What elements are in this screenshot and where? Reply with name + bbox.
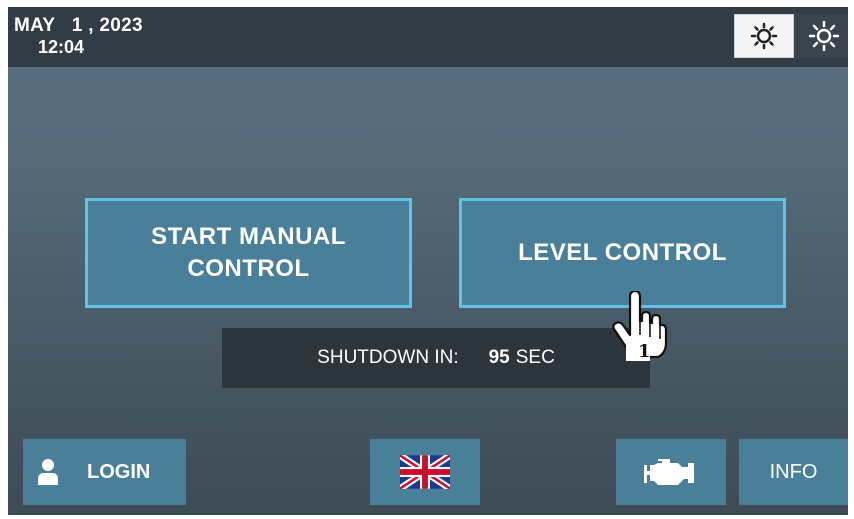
info-button[interactable]: INFO (739, 439, 848, 505)
start-manual-control-label: START MANUAL CONTROL (151, 223, 346, 282)
sun-outline-icon (750, 22, 778, 50)
brightness-toggle (734, 14, 848, 58)
date-display: MAY 1 , 2023 (14, 15, 143, 36)
shutdown-label: SHUTDOWN IN: (317, 347, 459, 368)
brightness-low-button[interactable] (734, 14, 794, 58)
hmi-screen: MAY 1 , 2023 12:04 START MANUAL CONTROL … (8, 7, 848, 515)
brightness-high-button[interactable] (794, 14, 848, 58)
shutdown-unit: SEC (515, 347, 555, 368)
start-manual-control-button[interactable]: START MANUAL CONTROL (85, 198, 412, 308)
status-header: MAY 1 , 2023 12:04 (8, 7, 848, 67)
user-icon (38, 459, 58, 485)
tap-gesture: 1 (602, 289, 672, 363)
engine-icon (644, 459, 694, 485)
shutdown-timer: SHUTDOWN IN: 95 SEC (222, 328, 650, 388)
time-display: 12:04 (38, 37, 85, 57)
tap-step-number: 1 (638, 341, 651, 362)
sun-bright-icon (809, 21, 839, 51)
language-button[interactable] (370, 439, 480, 505)
login-button[interactable]: LOGIN (23, 439, 186, 505)
login-label: LOGIN (87, 460, 151, 483)
engine-button[interactable] (616, 439, 726, 505)
shutdown-seconds: 95 (488, 347, 510, 368)
tap-hand-icon (612, 289, 668, 361)
level-control-label: LEVEL CONTROL (518, 239, 727, 266)
uk-flag-icon (400, 455, 450, 489)
info-label: INFO (769, 460, 818, 483)
